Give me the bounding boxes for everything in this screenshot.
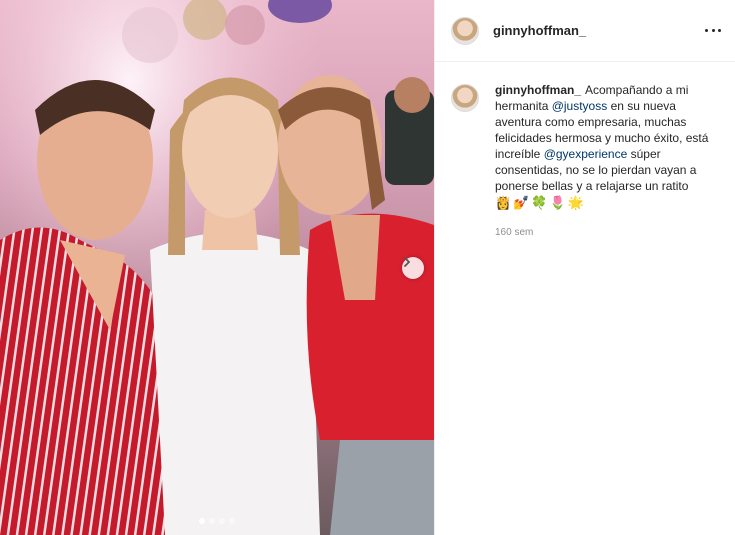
chevron-right-icon <box>404 257 410 267</box>
more-options-button[interactable] <box>705 22 721 38</box>
background-person-head <box>394 77 430 113</box>
next-photo-button[interactable] <box>402 257 424 279</box>
carousel-dot <box>219 518 225 524</box>
caption-mention-gyexperience[interactable]: @gyexperience <box>544 147 628 161</box>
balloon <box>225 5 265 45</box>
more-horizontal-icon-dot <box>711 28 715 32</box>
caption-emojis: 👸💅🍀🌷🌟 <box>495 195 586 210</box>
middle-woman-dress <box>150 232 320 535</box>
balloon <box>122 7 178 63</box>
post-header: ginnyhoffman_ <box>435 0 735 62</box>
carousel-dot <box>209 518 215 524</box>
post-photo[interactable] <box>0 0 434 535</box>
post-timestamp[interactable]: 160 sem <box>495 225 715 241</box>
caption-comment: ginnyhoffman_ Acompañando a mi hermanita … <box>435 62 735 241</box>
carousel-dot <box>229 518 235 524</box>
more-horizontal-icon <box>705 28 708 32</box>
caption-username[interactable]: ginnyhoffman_ <box>495 83 581 97</box>
post-details-panel: ginnyhoffman_ ginnyhoffman_ Acompañando a… <box>434 0 735 535</box>
photo-illustration <box>0 0 434 535</box>
carousel-indicator <box>0 518 434 524</box>
caption-body: ginnyhoffman_ Acompañando a mi hermanita … <box>495 82 715 241</box>
caption-mention-justyoss[interactable]: @justyoss <box>552 99 608 113</box>
more-horizontal-icon-dot <box>718 28 721 32</box>
caption-avatar[interactable] <box>451 84 479 112</box>
avatar[interactable] <box>451 16 479 45</box>
carousel-dot-active <box>199 518 205 524</box>
post-username[interactable]: ginnyhoffman_ <box>493 23 586 38</box>
